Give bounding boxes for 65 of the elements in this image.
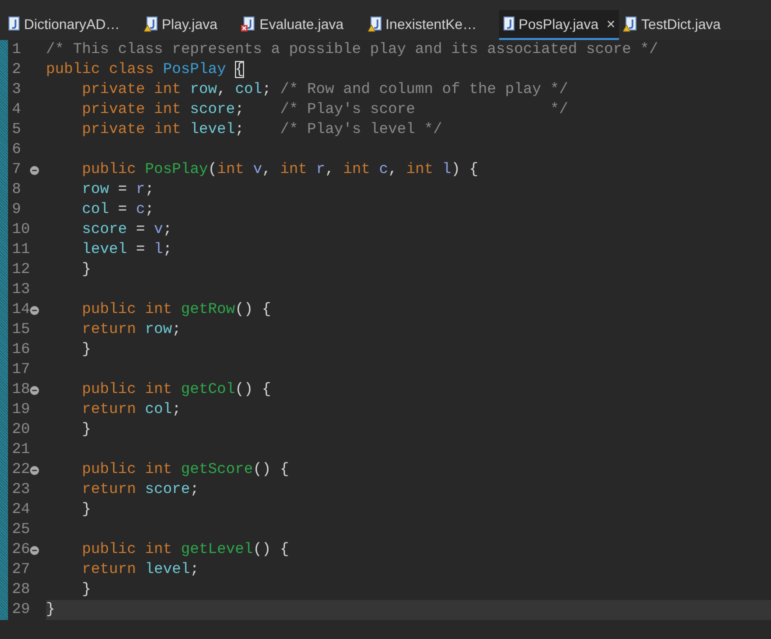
code-line: public PosPlay(int v, int r, int c, int l) { [81, 161, 478, 178]
line-number: 1 [11, 40, 22, 60]
line-number: 28 [11, 580, 30, 600]
code-line: return score; [81, 481, 200, 498]
line-number: 5 [11, 120, 22, 140]
editor-tab[interactable]: Play.java [142, 10, 240, 40]
code-line: /* This class represents a possible play and its associated score */ [46, 41, 658, 58]
code-line: } [46, 601, 56, 618]
collapse-icon[interactable] [30, 306, 39, 314]
code-line: return col; [81, 401, 182, 418]
line-number: 29 [11, 600, 30, 620]
code-line: row = r; [81, 181, 154, 198]
line-number: 11 [11, 240, 30, 260]
code-line: return level; [81, 561, 200, 578]
editor-tab[interactable]: Evaluate.java [239, 10, 366, 40]
editor-tab[interactable]: DictionaryAD… [4, 10, 142, 40]
line-number: 22 [11, 460, 30, 480]
code-line: } [81, 581, 92, 598]
line-number: 17 [11, 360, 30, 380]
line-number: 12 [11, 260, 30, 280]
code-line: public int getLevel() { [81, 541, 290, 558]
line-number: 20 [11, 420, 30, 440]
line-number: 25 [11, 520, 30, 540]
line-number: 4 [11, 100, 22, 120]
code-line: public class PosPlay { [46, 61, 244, 78]
code-line: } [81, 341, 92, 358]
line-number: 9 [11, 200, 22, 220]
code-line: private int score; /* Play's score */ [81, 101, 568, 118]
line-number: 6 [11, 140, 22, 160]
close-button[interactable]: × [606, 16, 616, 32]
line-number: 23 [11, 480, 30, 500]
collapse-icon[interactable] [30, 386, 39, 394]
code-line: score = v; [81, 221, 172, 238]
code-line: } [81, 501, 92, 518]
line-number: 2 [11, 60, 22, 80]
code-line: return row; [81, 321, 182, 338]
line-number: 16 [11, 340, 30, 360]
editor-tab[interactable]: InexistentKe… [366, 10, 499, 40]
collapse-icon[interactable] [30, 166, 39, 174]
line-number: 26 [11, 540, 30, 560]
code-line: level = l; [81, 241, 172, 258]
code-line: } [81, 421, 92, 438]
line-number: 7 [11, 160, 22, 180]
code-line: col = c; [81, 201, 154, 218]
collapse-icon[interactable] [30, 466, 39, 474]
line-number: 10 [11, 220, 30, 240]
code-line: private int level; /* Play's level */ [81, 121, 442, 138]
code-line: public int getScore() { [81, 461, 290, 478]
editor-tab[interactable]: PosPlay.java × [498, 10, 620, 40]
code-line: } [81, 261, 92, 278]
line-number: 15 [11, 320, 30, 340]
editor-tab[interactable]: TestDict.java [621, 10, 743, 40]
collapse-icon[interactable] [30, 546, 39, 554]
code-line: public int getRow() { [81, 301, 272, 318]
line-number: 14 [11, 300, 30, 320]
code-line: public int getCol() { [81, 381, 272, 398]
line-number: 18 [11, 380, 30, 400]
line-number: 3 [11, 80, 22, 100]
line-number: 21 [11, 440, 30, 460]
line-number: 19 [11, 400, 30, 420]
line-number: 27 [11, 560, 30, 580]
line-number: 24 [11, 500, 30, 520]
code-line: private int row, col; /* Row and column of the play */ [81, 81, 568, 98]
line-number: 13 [11, 280, 30, 300]
line-number: 8 [11, 180, 22, 200]
